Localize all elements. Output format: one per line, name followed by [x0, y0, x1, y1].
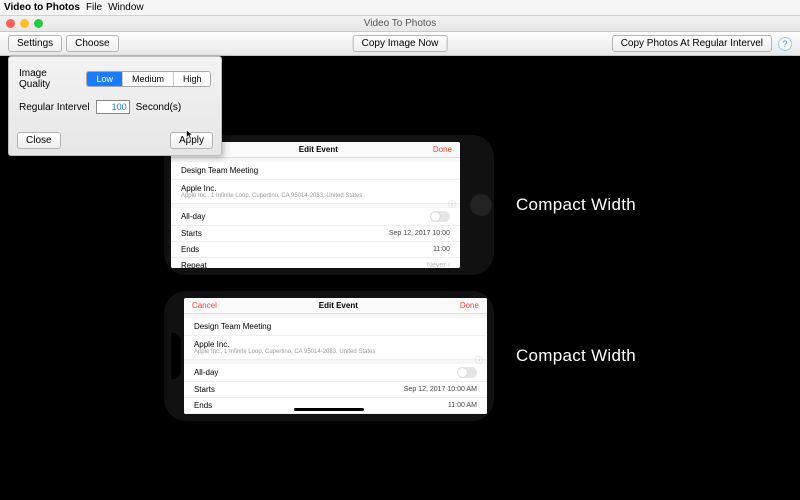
event-location: Apple Inc.	[181, 184, 450, 193]
regular-interval-input[interactable]	[96, 100, 130, 114]
info-icon: ⓘ	[475, 355, 483, 366]
quality-low[interactable]: Low	[87, 72, 122, 86]
cell-ends-label: Ends	[181, 245, 199, 254]
apply-button[interactable]: Apply	[170, 132, 213, 149]
home-indicator-icon	[294, 408, 364, 411]
menu-file[interactable]: File	[86, 2, 102, 13]
cell-allday-label: All-day	[194, 368, 218, 377]
event-address: Apple Inc., 1 Infinite Loop, Cupertino, …	[181, 193, 450, 199]
settings-popover: Image Quality Low Medium High Regular In…	[8, 56, 222, 156]
menu-bar: Video to Photos File Window	[0, 0, 800, 16]
image-quality-segmented[interactable]: Low Medium High	[86, 71, 211, 87]
quality-high[interactable]: High	[173, 72, 211, 86]
settings-button[interactable]: Settings	[8, 35, 62, 52]
help-icon[interactable]: ?	[778, 37, 792, 51]
menu-window[interactable]: Window	[108, 2, 144, 13]
image-quality-label: Image Quality	[19, 68, 80, 90]
info-icon: ⓘ	[448, 199, 456, 210]
device-iphone-landscape: Cancel Edit Event Done Design Team Meeti…	[164, 135, 494, 275]
cell-repeat-label: Repeat	[181, 261, 207, 268]
nav-cancel: Cancel	[192, 301, 217, 310]
event-address: Apple Inc., 1 Infinite Loop, Cupertino, …	[194, 349, 477, 355]
regular-interval-label: Regular Intervel	[19, 102, 90, 113]
cell-starts-label: Starts	[194, 385, 215, 394]
nav-title: Edit Event	[299, 145, 338, 154]
cell-starts-label: Starts	[181, 229, 202, 238]
nav-done: Done	[433, 145, 452, 154]
device-iphone-x-landscape: Cancel Edit Event Done Design Team Meeti…	[164, 291, 494, 421]
caption-compact-width: Compact Width	[516, 195, 636, 215]
quality-medium[interactable]: Medium	[122, 72, 173, 86]
cell-allday-label: All-day	[181, 212, 205, 221]
choose-button[interactable]: Choose	[66, 35, 118, 52]
home-button-icon	[470, 194, 492, 216]
window-title: Video To Photos	[0, 18, 800, 29]
cell-starts-value: Sep 12, 2017 10:00	[389, 230, 450, 237]
event-location: Apple Inc.	[194, 340, 477, 349]
cell-ends-label: Ends	[194, 401, 212, 410]
window-titlebar: Video To Photos	[0, 16, 800, 32]
cell-repeat-value: Never ›	[427, 262, 450, 268]
menu-app-name[interactable]: Video to Photos	[4, 2, 80, 13]
event-title: Design Team Meeting	[194, 322, 477, 331]
nav-title: Edit Event	[319, 301, 358, 310]
event-title: Design Team Meeting	[181, 166, 450, 175]
nav-done: Done	[460, 301, 479, 310]
notch-icon	[171, 333, 181, 379]
copy-regular-interval-button[interactable]: Copy Photos At Regular Intervel	[612, 35, 772, 52]
allday-switch	[430, 211, 450, 222]
close-button[interactable]: Close	[17, 132, 61, 149]
interval-unit-label: Second(s)	[136, 102, 182, 113]
caption-compact-width: Compact Width	[516, 346, 636, 366]
cell-ends-value: 11:00 AM	[448, 402, 477, 409]
cell-ends-value: 11:00	[433, 246, 450, 253]
allday-switch	[457, 367, 477, 378]
cell-starts-value: Sep 12, 2017 10:00 AM	[404, 386, 477, 393]
toolbar: Settings Choose Copy Image Now Copy Phot…	[0, 32, 800, 56]
copy-image-now-button[interactable]: Copy Image Now	[353, 35, 448, 52]
